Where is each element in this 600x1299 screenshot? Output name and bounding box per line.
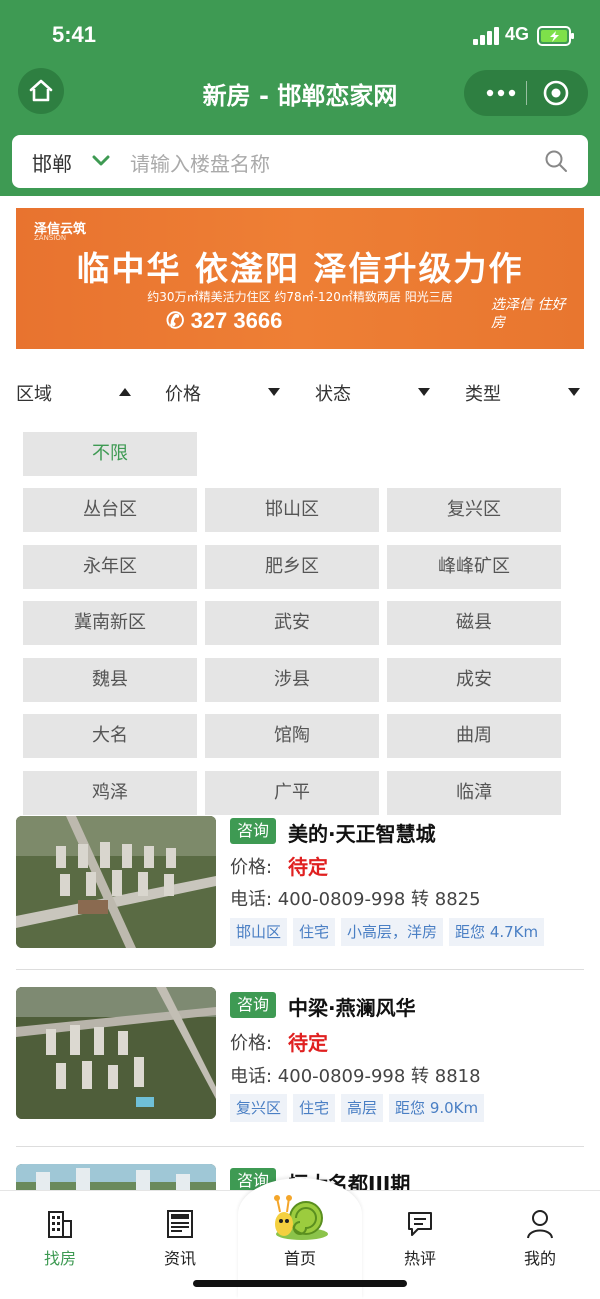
listing-card[interactable]: 咨询 美的·天正智慧城 价格: 待定 电话: 400-0809-998 转 88… [0, 800, 600, 968]
filter-label: 类型 [465, 384, 501, 405]
triangle-down-icon [418, 388, 430, 396]
region-option[interactable]: 广平 [205, 771, 379, 815]
region-option[interactable]: 大名 [23, 714, 197, 758]
building-icon [48, 1211, 72, 1238]
ad-banner[interactable]: 泽信云筑 ZANSION 临中华 依滏阳 泽信升级力作 约30万㎡精美活力住区 … [16, 208, 584, 349]
status-time: 5:41 [52, 22, 97, 47]
region-option[interactable]: 邯山区 [205, 488, 379, 532]
region-option[interactable]: 丛台区 [23, 488, 197, 532]
tab-label: 找房 [43, 1249, 76, 1268]
triangle-down-icon [568, 388, 580, 396]
listing-tags: 复兴区 住宅 高层 距您 9.0Km [230, 1094, 485, 1122]
nav-bar: 新房 - 邯郸恋家网 [0, 66, 600, 122]
tag-usage: 住宅 [293, 918, 336, 946]
listing-phone[interactable]: 电话: 400-0809-998 转 8825 [230, 885, 481, 911]
listing-card[interactable]: 咨询 中梁·燕澜风华 价格: 待定 电话: 400-0809-998 转 881… [0, 970, 600, 1138]
region-option[interactable]: 成安 [387, 658, 561, 702]
triangle-up-icon [119, 388, 131, 396]
region-option[interactable]: 涉县 [205, 658, 379, 702]
consult-badge[interactable]: 咨询 [230, 992, 276, 1018]
region-option[interactable]: 鸡泽 [23, 771, 197, 815]
chevron-down-icon[interactable] [92, 152, 110, 170]
listing-phone[interactable]: 电话: 400-0809-998 转 8818 [230, 1062, 481, 1088]
tag-usage: 住宅 [293, 1094, 336, 1122]
price-value: 待定 [288, 1031, 328, 1055]
app-header: 5:41 4G 新房 - 邯郸恋家网 邯郸 请输入楼盘名称 [0, 0, 600, 196]
listing-thumbnail[interactable] [16, 816, 216, 948]
search-input[interactable]: 请输入楼盘名称 [130, 148, 270, 177]
region-option[interactable]: 磁县 [387, 601, 561, 645]
consult-badge[interactable]: 咨询 [230, 818, 276, 844]
tab-label: 资讯 [163, 1249, 196, 1268]
tag-building-type: 高层 [341, 1094, 384, 1122]
signal-icon [473, 27, 499, 45]
filter-label: 价格 [165, 384, 201, 405]
filter-label: 状态 [315, 384, 351, 405]
region-option[interactable]: 冀南新区 [23, 601, 197, 645]
capsule-divider [526, 81, 527, 105]
filter-bar: 区域 价格 状态 类型 [0, 362, 600, 420]
region-option[interactable]: 魏县 [23, 658, 197, 702]
search-icon[interactable] [544, 149, 568, 173]
price-value: 待定 [288, 855, 328, 879]
tag-building-type: 小高层，洋房 [341, 918, 444, 946]
triangle-down-icon [268, 388, 280, 396]
region-option[interactable]: 复兴区 [387, 488, 561, 532]
banner-brand-sub: ZANSION [34, 234, 67, 242]
tag-distance: 距您 4.7Km [449, 918, 545, 946]
list-divider [16, 1146, 584, 1147]
tab-label: 首页 [283, 1249, 316, 1268]
network-type: 4G [505, 24, 530, 44]
banner-phone-number: 327 3666 [190, 308, 283, 333]
tab-home[interactable]: 首页 [240, 1190, 360, 1290]
listing-name[interactable]: 美的·天正智慧城 [288, 818, 436, 847]
user-icon [527, 1210, 553, 1239]
tab-label: 热评 [403, 1249, 436, 1268]
aerial-render-image [16, 816, 216, 948]
home-indicator [193, 1280, 407, 1287]
tag-district: 复兴区 [230, 1094, 288, 1122]
region-option[interactable]: 馆陶 [205, 714, 379, 758]
price-label: 价格: [230, 857, 273, 878]
region-dropdown-panel: 不限 丛台区 邯山区 复兴区 永年区 肥乡区 峰峰矿区 冀南新区 武安 磁县 魏… [0, 424, 600, 816]
filter-region[interactable]: 区域 [16, 380, 134, 405]
battery-icon [537, 26, 574, 46]
city-selector[interactable]: 邯郸 [32, 148, 72, 177]
banner-headline: 临中华 依滏阳 泽信升级力作 [76, 249, 524, 288]
region-option[interactable]: 肥乡区 [205, 545, 379, 589]
price-label: 价格: [230, 1033, 273, 1054]
listing-name[interactable]: 中梁·燕澜风华 [288, 992, 416, 1021]
more-dots-icon [486, 89, 516, 97]
news-icon [167, 1210, 193, 1238]
tag-district: 邯山区 [230, 918, 288, 946]
region-option[interactable]: 永年区 [23, 545, 197, 589]
region-option-all[interactable]: 不限 [23, 432, 197, 476]
more-button[interactable] [480, 76, 522, 110]
region-option[interactable]: 临漳 [387, 771, 561, 815]
listing-tags: 邯山区 住宅 小高层，洋房 距您 4.7Km [230, 918, 545, 946]
region-option[interactable]: 武安 [205, 601, 379, 645]
listing-thumbnail[interactable] [16, 1164, 216, 1190]
snail-logo-icon [274, 1195, 328, 1240]
banner-slogan: 选泽信 住好房 [491, 297, 566, 331]
aerial-render-image [16, 987, 216, 1119]
close-mini-program-icon[interactable] [542, 79, 570, 107]
listing-thumbnail[interactable] [16, 987, 216, 1119]
search-bar: 邯郸 请输入楼盘名称 [12, 135, 588, 188]
filter-type[interactable]: 类型 [465, 380, 583, 405]
region-option[interactable]: 曲周 [387, 714, 561, 758]
tab-label: 我的 [523, 1249, 556, 1268]
filter-status[interactable]: 状态 [315, 380, 433, 405]
phone-icon: ✆ [166, 308, 185, 333]
filter-price[interactable]: 价格 [165, 380, 283, 405]
tag-distance: 距您 9.0Km [389, 1094, 485, 1122]
status-bar: 5:41 4G [0, 0, 600, 70]
aerial-render-image [16, 1164, 216, 1190]
region-option[interactable]: 峰峰矿区 [387, 545, 561, 589]
filter-label: 区域 [16, 384, 52, 405]
banner-phone: ✆ 327 3666 [166, 308, 282, 334]
mini-program-capsule [464, 70, 588, 116]
comment-icon [408, 1212, 432, 1236]
